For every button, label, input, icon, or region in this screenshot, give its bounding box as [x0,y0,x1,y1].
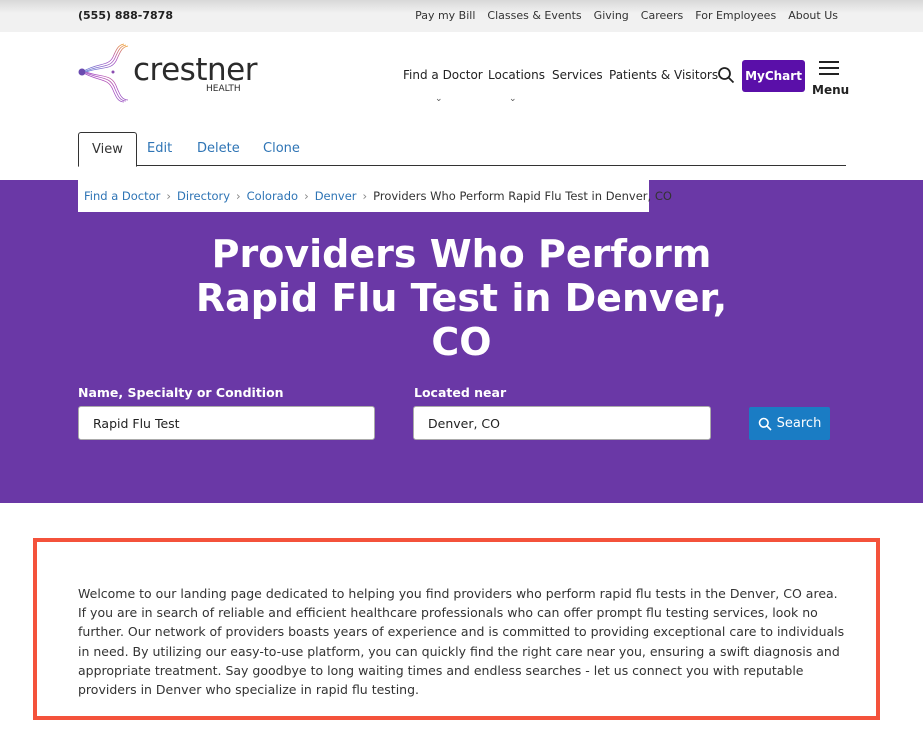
search-icon[interactable] [717,66,735,84]
nav-find-a-doctor[interactable]: Find a Doctor [403,68,483,82]
chevron-right-icon: › [166,189,172,203]
nav-services[interactable]: Services [552,68,603,82]
page-title: Providers Who Perform Rapid Flu Test in … [195,232,728,364]
utility-links: Pay my Bill Classes & Events Giving Care… [415,9,838,22]
phone-number[interactable]: (555) 888-7878 [78,9,173,22]
breadcrumb-directory[interactable]: Directory [177,189,230,203]
tab-clone[interactable]: Clone [263,132,300,166]
link-careers[interactable]: Careers [641,9,684,22]
chevron-right-icon: › [236,189,241,203]
chevron-right-icon: › [304,189,309,203]
search-button-label: Search [776,416,822,431]
menu-label: Menu [812,83,850,97]
hamburger-icon [819,61,839,63]
chevron-right-icon: › [362,189,368,203]
tab-view[interactable]: View [78,132,137,167]
nav-patients-visitors[interactable]: Patients & Visitors [609,68,718,82]
brand-name: crestner [133,52,257,88]
nav-locations[interactable]: Locations [488,68,545,82]
link-giving[interactable]: Giving [594,9,629,22]
location-input[interactable]: Denver, CO [413,406,711,440]
breadcrumb-colorado[interactable]: Colorado [247,189,298,203]
link-pay-bill[interactable]: Pay my Bill [415,9,475,22]
breadcrumb-find-a-doctor[interactable]: Find a Doctor [84,189,160,203]
search-icon [758,417,772,431]
chevron-down-icon[interactable]: ⌄ [435,94,443,104]
admin-tabs: View Edit Delete Clone [78,132,846,167]
menu-button[interactable]: Menu [812,58,850,98]
name-field-label: Name, Specialty or Condition [78,385,284,400]
intro-highlight-box: Welcome to our landing page dedicated to… [33,538,880,720]
breadcrumb-denver[interactable]: Denver [315,189,357,203]
tab-delete[interactable]: Delete [197,132,240,166]
brand-subtitle: HEALTH [206,84,241,94]
link-for-employees[interactable]: For Employees [695,9,776,22]
link-about-us[interactable]: About Us [788,9,838,22]
search-button[interactable]: Search [749,407,830,440]
location-field-label: Located near [414,385,507,400]
chevron-down-icon[interactable]: ⌄ [509,94,517,104]
breadcrumb-current: Providers Who Perform Rapid Flu Test in … [373,189,672,203]
intro-text: Welcome to our landing page dedicated to… [78,586,845,698]
link-classes-events[interactable]: Classes & Events [487,9,581,22]
breadcrumb: Find a Doctor › Directory › Colorado › Denv… [78,180,672,212]
name-specialty-input[interactable]: Rapid Flu Test [78,406,375,440]
tab-edit[interactable]: Edit [147,132,172,166]
mychart-button[interactable]: MyChart [742,60,805,92]
hero-section: Find a Doctor › Directory › Colorado › Denv… [0,180,923,503]
utility-bar: (555) 888-7878 Pay my Bill Classes & Eve… [0,0,923,32]
